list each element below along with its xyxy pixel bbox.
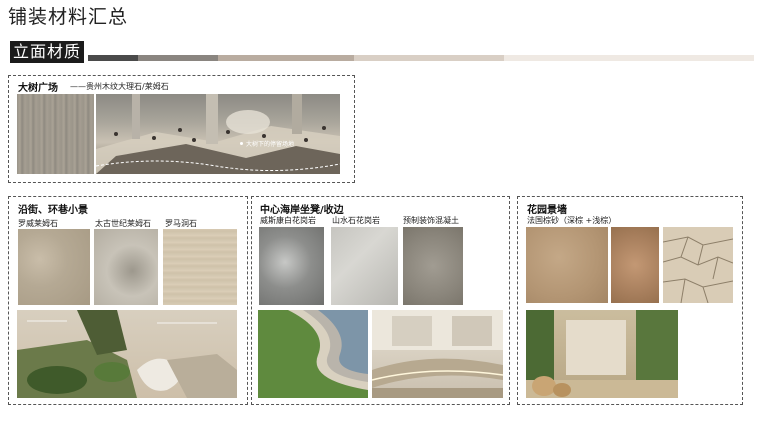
panel-title-big-tree: 大树广场 [18,83,58,94]
panel-material-line: ——贵州木纹大理石/莱姆石 [70,82,169,91]
plaza-illustration [96,94,340,174]
swatch-french-brown-sand-dark [611,227,659,303]
swatch-shanshui-granite [331,227,398,305]
panel-title-street: 沿街、环巷小景 [18,205,88,216]
seawall-aerial-illustration [258,310,368,398]
swatch-roman-travertine [163,229,237,305]
section-tag: 立面材质 [10,41,85,63]
swatch-precast-concrete [403,227,463,305]
swatch-rubble-stone-wall [663,227,733,303]
seawall-aerial-rendering [258,310,368,398]
panel-title-seawall: 中心海岸坐凳/收边 [260,205,344,216]
garden-wall-rendering [526,310,678,398]
strip-segment [354,55,504,61]
swatch-luowei-limestone [18,229,90,305]
swatch-label: 威斯康白花岗岩 [260,216,316,225]
swatch-guizhou-wood-marble [17,94,94,174]
plaza-callout: 大树下的停留场地 [246,141,295,148]
street-garden-rendering [17,310,237,398]
panel-title-garden-wall: 花园景墙 [527,205,567,216]
garden-wall-illustration [526,310,678,398]
swatch-label: 罗威莱姆石 [18,219,58,228]
rubble-stone-pattern [663,236,733,303]
seawall-seating-rendering [372,310,503,398]
garden-material-line: 法国棕砂（深棕 +浅棕） [527,216,617,225]
strip-segment [504,55,754,61]
seawall-seating-illustration [372,310,503,398]
plaza-rendering [96,94,340,174]
swatch-label: 预制装饰混凝土 [403,216,459,225]
callout-dot [240,142,243,145]
swatch-french-brown-sand-light [526,227,608,303]
swatch-wisconsin-white-granite [259,227,324,305]
strip-segment [218,55,354,61]
swatch-label: 太古世纪莱姆石 [95,219,151,228]
swatch-label: 罗马洞石 [165,219,197,228]
strip-segment [88,55,138,61]
swatch-taigu-limestone [94,229,158,305]
street-garden-illustration [17,310,237,398]
swatch-label: 山水石花岗岩 [332,216,380,225]
page-title: 铺装材料汇总 [8,6,129,28]
strip-segment [138,55,218,61]
